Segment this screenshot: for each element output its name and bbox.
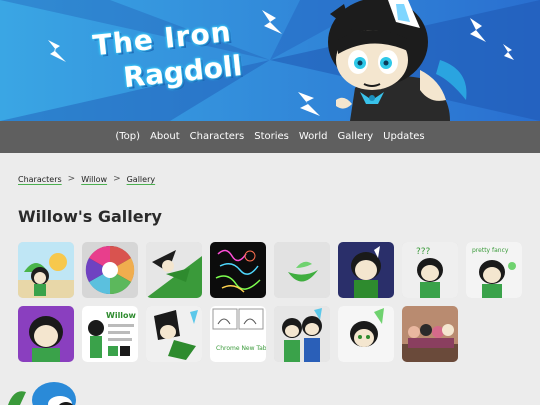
thumb-caption-ref: Willow: [106, 311, 137, 320]
footer-corner-art: [8, 382, 76, 405]
thumb-art-willow-purple: [18, 306, 74, 362]
main-nav: (Top) About Characters Stories World Gal…: [0, 121, 540, 153]
nav-item-stories[interactable]: Stories: [249, 121, 294, 153]
thumb-art-comic: Chrome New Tab!: [210, 306, 266, 362]
thumb-art-willow-beach: [18, 242, 74, 298]
nav-item-gallery[interactable]: Gallery: [333, 121, 379, 153]
thumb-art-reference-sheet: Willow: [82, 306, 138, 362]
gallery-thumb-9[interactable]: [18, 306, 74, 362]
breadcrumb-characters[interactable]: Characters: [18, 175, 62, 184]
breadcrumb-separator: >: [113, 174, 121, 184]
thumb-art-willow-dark: [338, 242, 394, 298]
nav-item-about[interactable]: About: [145, 121, 185, 153]
gallery-thumb-5[interactable]: [274, 242, 330, 298]
thumb-art-green-leaf: [274, 242, 330, 298]
thumb-art-duo: [274, 306, 330, 362]
gallery-thumb-15[interactable]: [402, 306, 458, 362]
gallery-thumb-2[interactable]: [82, 242, 138, 298]
gallery-thumb-13[interactable]: [274, 306, 330, 362]
thumb-art-willow-face: [338, 306, 394, 362]
gallery-thumb-1[interactable]: [18, 242, 74, 298]
thumb-art-willow-flying: [146, 242, 202, 298]
thumb-caption-doodle: pretty fancy: [472, 247, 509, 254]
site-banner: The Iron Ragdoll: [0, 0, 540, 121]
nav-item-top[interactable]: (Top): [110, 121, 145, 153]
thumb-art-willow-question: ???: [402, 242, 458, 298]
nav-item-world[interactable]: World: [294, 121, 333, 153]
gallery-thumb-8[interactable]: pretty fancy: [466, 242, 522, 298]
gallery-thumb-7[interactable]: ???: [402, 242, 458, 298]
thumb-caption-question: ???: [416, 247, 431, 257]
gallery-thumb-11[interactable]: [146, 306, 202, 362]
thumb-art-neon-sketch: [210, 242, 266, 298]
nav-item-updates[interactable]: Updates: [378, 121, 429, 153]
breadcrumb-willow[interactable]: Willow: [81, 175, 107, 184]
banner-art: [0, 0, 540, 121]
gallery-thumb-4[interactable]: [210, 242, 266, 298]
thumb-art-willow-pose: [146, 306, 202, 362]
breadcrumb-gallery[interactable]: Gallery: [127, 175, 156, 184]
page-title: Willow's Gallery: [18, 207, 162, 226]
thumb-art-willow-doodle: pretty fancy: [466, 242, 522, 298]
thumb-art-group-photo: [402, 306, 458, 362]
breadcrumb-separator: >: [67, 174, 76, 184]
nav-item-characters[interactable]: Characters: [185, 121, 250, 153]
thumb-art-color-wheel: [85, 245, 135, 295]
gallery-thumb-14[interactable]: [338, 306, 394, 362]
gallery-thumb-3[interactable]: [146, 242, 202, 298]
gallery-thumb-10[interactable]: Willow: [82, 306, 138, 362]
gallery-thumb-12[interactable]: Chrome New Tab!: [210, 306, 266, 362]
breadcrumb: Characters > Willow > Gallery: [18, 174, 155, 184]
gallery-thumb-6[interactable]: [338, 242, 394, 298]
thumb-caption-comic: Chrome New Tab!: [216, 345, 266, 352]
